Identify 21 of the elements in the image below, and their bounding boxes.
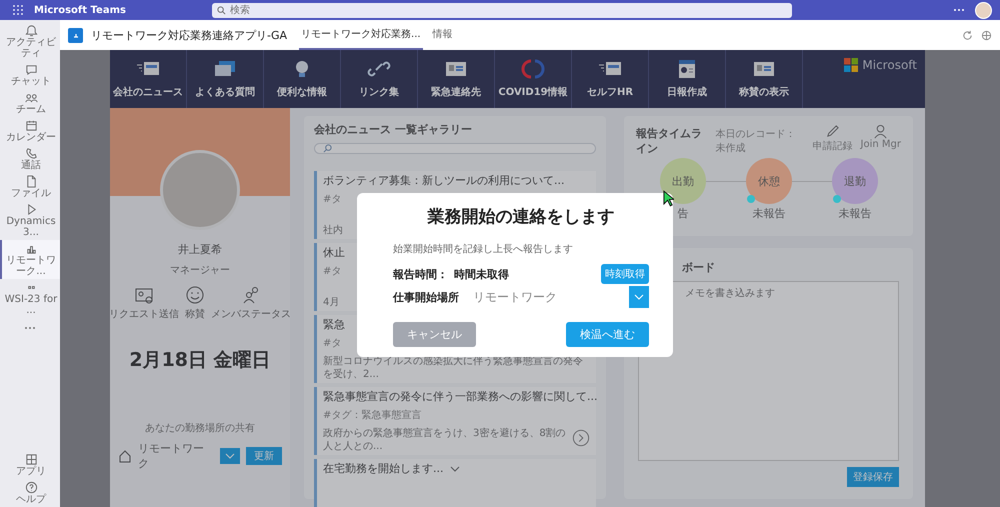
record-status: 本日のレコード：未作成 — [715, 128, 796, 155]
date-label: 2月18日 金曜日 — [129, 348, 271, 373]
person-name: 井上夏希 — [178, 242, 222, 257]
brand-logo: Microsoft — [844, 50, 925, 108]
board-title: ボード — [682, 260, 716, 275]
place-value: リモートワーク — [473, 288, 557, 306]
dialog-title: 業務開始の連絡をします — [426, 206, 616, 228]
person-role: マネージャー — [170, 264, 230, 277]
timeline-title: 報告タイムライン — [636, 126, 703, 156]
location-caption: あなたの勤務場所の共有 — [145, 422, 255, 435]
app-title: Microsoft Teams — [34, 4, 127, 16]
step-status: 未報告 — [838, 206, 872, 221]
report-time-value: 時間未取得 — [454, 266, 509, 282]
step-status: 未報告 — [752, 206, 786, 221]
field-label: 報告時間： — [393, 266, 448, 282]
location-value: リモートワーク — [138, 441, 205, 471]
app-name: リモートワーク対応業務連絡アプリ-GA — [91, 28, 288, 42]
field-label: 仕事開始場所 — [393, 290, 459, 304]
dialog-subtitle: 始業開始時間を記録し上長へ報告します — [393, 242, 574, 256]
step-status: 告 — [678, 206, 688, 221]
gallery-title: 会社のニュース 一覧ギャラリー — [314, 122, 473, 137]
